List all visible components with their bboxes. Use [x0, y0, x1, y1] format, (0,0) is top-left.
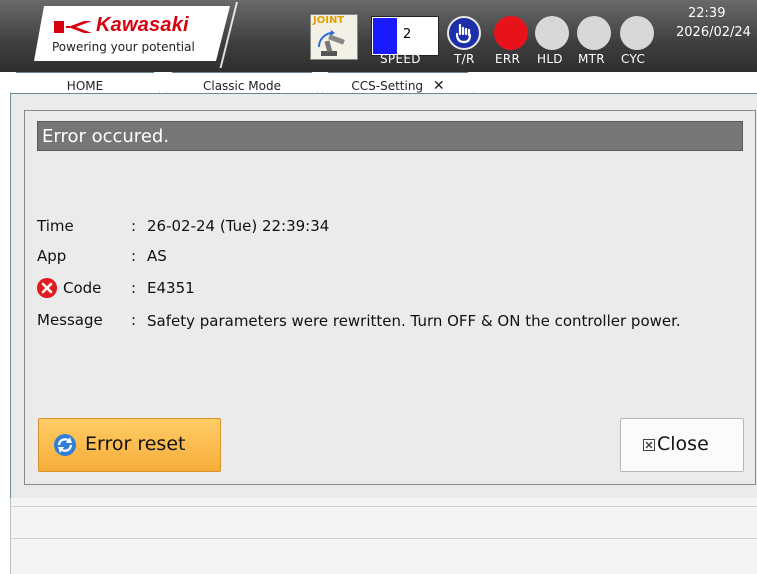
time-value: 26-02-24 (Tue) 22:39:34: [147, 217, 330, 235]
colon: :: [131, 247, 137, 265]
err-label: ERR: [495, 52, 521, 66]
joint-mode-label: JOINT: [313, 15, 345, 26]
error-indicator: [494, 16, 528, 50]
cyc-label: CYC: [621, 52, 646, 66]
teach-repeat-indicator[interactable]: [447, 16, 481, 50]
message-value: Safety parameters were rewritten. Turn O…: [147, 312, 681, 330]
clock-date: 2026/02/24: [676, 25, 751, 40]
colon: :: [131, 311, 137, 329]
hand-icon: [455, 23, 472, 44]
tab-close-icon[interactable]: ✕: [433, 73, 445, 95]
lower-panel: [10, 498, 757, 574]
hold-indicator: [535, 16, 569, 50]
close-label: Close: [657, 433, 709, 455]
cycle-indicator: [620, 16, 654, 50]
tab-ccs-setting[interactable]: CCS-Setting ✕: [322, 72, 474, 95]
code-label: Code: [63, 279, 102, 297]
kawasaki-river-mark-icon: [54, 20, 92, 34]
colon: :: [131, 217, 137, 235]
brand-tagline: Powering your potential: [52, 40, 195, 54]
dialog-title: Error occured.: [37, 121, 743, 151]
refresh-icon: [54, 434, 76, 456]
tab-home[interactable]: HOME: [10, 72, 160, 95]
error-dialog: Error occured. Time : 26-02-24 (Tue) 22:…: [24, 110, 756, 485]
app-label: App: [37, 247, 67, 265]
brand-name: Kawasaki: [96, 14, 189, 36]
close-box-icon: [643, 439, 655, 451]
tr-label: T/R: [454, 52, 475, 66]
error-reset-label: Error reset: [85, 433, 186, 455]
motor-indicator: [577, 16, 611, 50]
tab-classic-mode-label: Classic Mode: [202, 79, 281, 93]
speed-indicator[interactable]: 2: [371, 16, 439, 56]
joint-mode-indicator[interactable]: JOINT: [310, 14, 358, 60]
robot-arm-icon: [317, 30, 345, 56]
speed-label: SPEED: [380, 52, 421, 66]
time-label: Time: [37, 217, 74, 235]
speed-level-fill: [373, 18, 397, 54]
tab-home-label: HOME: [66, 79, 104, 93]
error-x-icon: [37, 278, 57, 298]
mtr-label: MTR: [578, 52, 605, 66]
divider: [11, 538, 757, 539]
divider: [11, 506, 757, 507]
tab-ccs-setting-label: CCS-Setting: [351, 79, 424, 93]
error-reset-button[interactable]: Error reset: [38, 418, 221, 472]
kawasaki-logo: Kawasaki Powering your potential: [34, 6, 230, 61]
message-label: Message: [37, 311, 103, 329]
code-value: E4351: [147, 279, 195, 297]
close-button[interactable]: Close: [620, 418, 744, 472]
speed-value: 2: [403, 27, 412, 42]
hld-label: HLD: [537, 52, 563, 66]
tab-classic-mode[interactable]: Classic Mode: [166, 72, 318, 95]
colon: :: [131, 279, 137, 297]
top-status-bar: Kawasaki Powering your potential JOINT 2…: [0, 0, 757, 72]
app-value: AS: [147, 247, 167, 265]
clock-time: 22:39: [688, 6, 726, 21]
